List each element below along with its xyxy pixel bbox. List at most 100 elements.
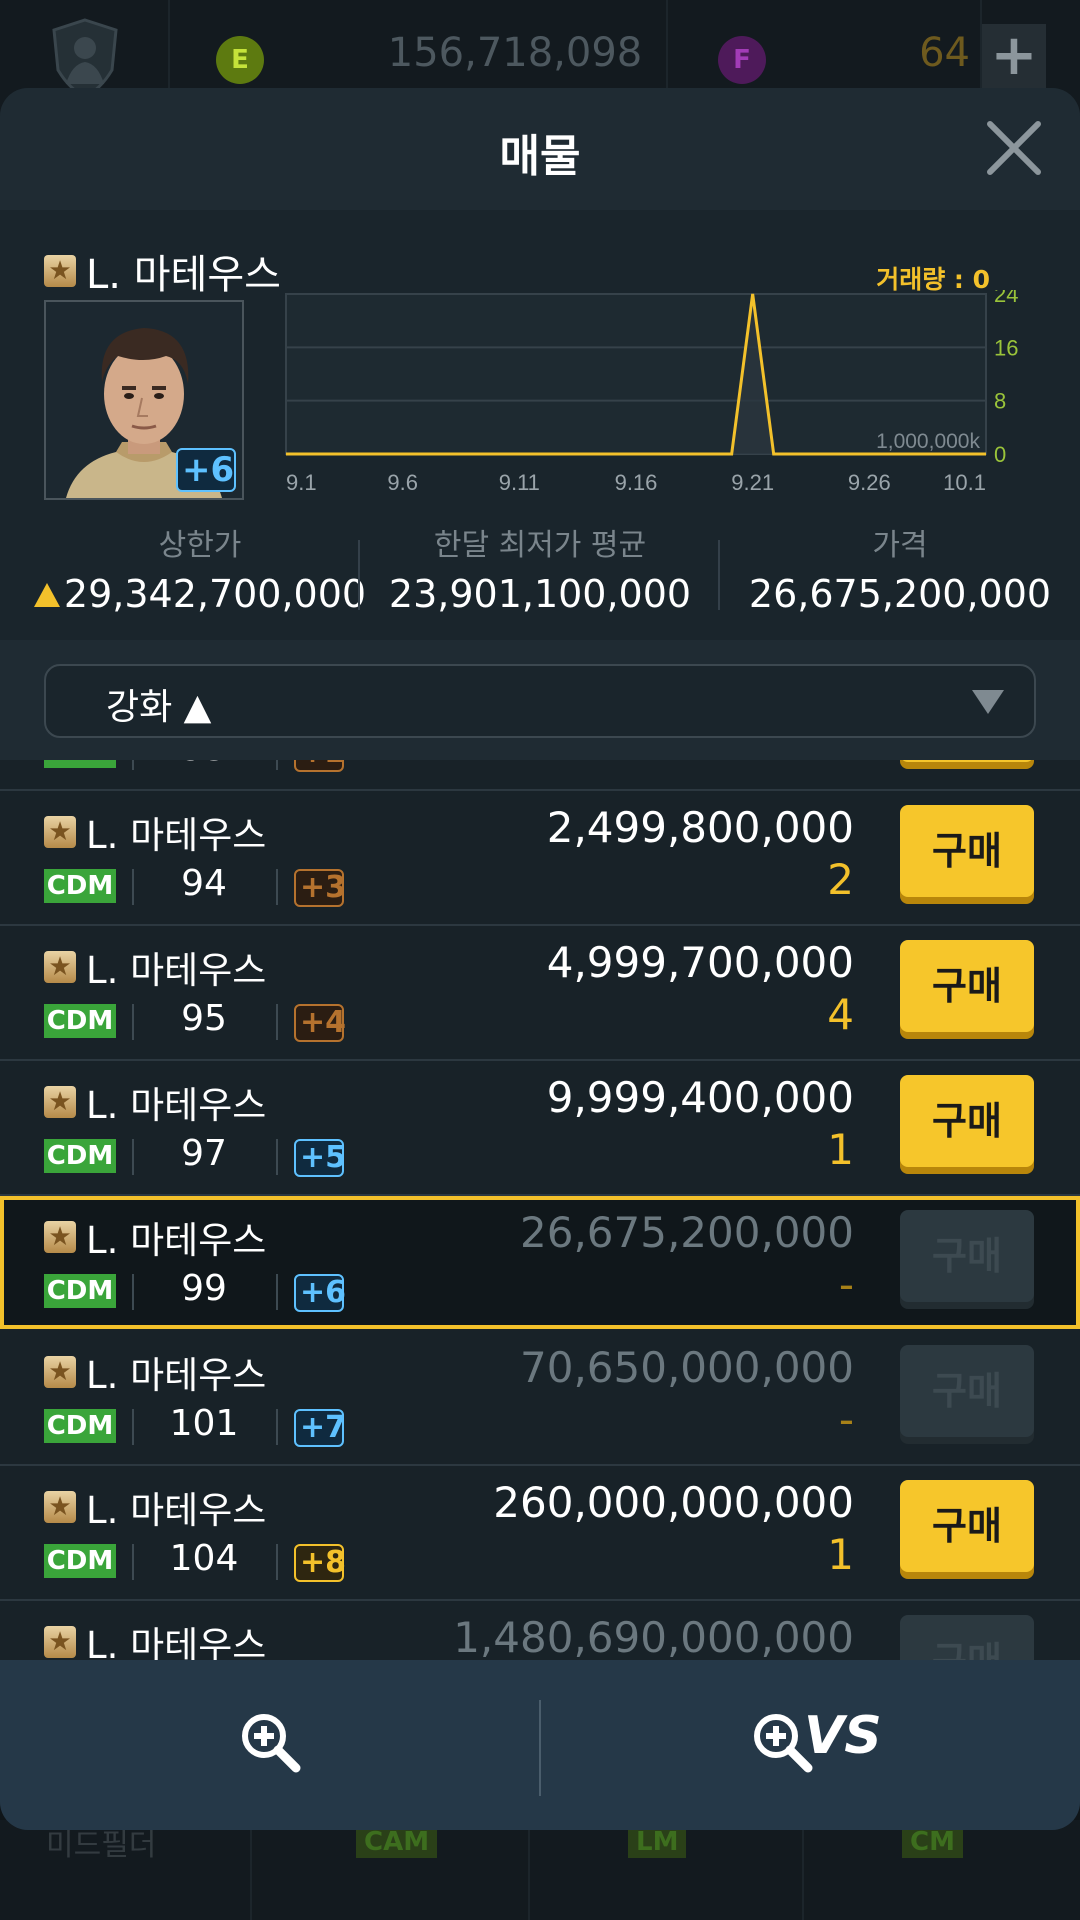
close-icon[interactable] xyxy=(984,118,1044,178)
monthly-avg-label: 한달 최저가 평균 xyxy=(433,528,647,563)
player-detail-button[interactable] xyxy=(0,1660,538,1830)
compare-vs-button[interactable]: VS xyxy=(542,1660,1080,1830)
f-currency-icon: F xyxy=(718,36,766,84)
buy-button-disabled[interactable]: 구매 xyxy=(900,1210,1034,1302)
season-star-icon xyxy=(44,1086,76,1118)
chart-unit-label: 1,000,000k xyxy=(876,430,980,453)
listing-player-name-text: L. 마테우스 xyxy=(86,1219,267,1262)
listing-player-name-text: L. 마테우스 xyxy=(86,1354,267,1397)
listing-row[interactable]: L. 마테우스 1,480,690,000,000 구매 xyxy=(0,1601,1080,1660)
listing-quantity: 1 xyxy=(827,1530,854,1579)
listing-quantity: 1 xyxy=(827,1125,854,1174)
divider xyxy=(276,760,278,770)
listing-player-name: L. 마테우스 xyxy=(44,1615,266,1660)
arrow-up-icon xyxy=(33,583,60,607)
buy-button[interactable]: 구매 xyxy=(900,1480,1034,1572)
season-star-icon xyxy=(44,1626,76,1658)
listing-quantity: 4 xyxy=(827,990,854,1039)
buy-button-disabled[interactable]: 구매 xyxy=(900,1615,1034,1660)
modal-title: 매물 xyxy=(499,131,581,182)
season-star-icon xyxy=(44,1491,76,1523)
listing-price: 260,000,000,000 xyxy=(493,1478,854,1527)
enhance-badge: +7 xyxy=(294,1409,346,1447)
overall-rating: 104 xyxy=(169,1538,239,1579)
season-star-icon xyxy=(44,951,76,983)
premium-count: 64 xyxy=(919,30,970,76)
buy-button[interactable]: 구매 xyxy=(900,940,1034,1032)
player-portrait[interactable]: +6 xyxy=(44,300,244,500)
enhance-badge: +8 xyxy=(294,1544,346,1582)
price-stat: 가격 26,675,200,000 xyxy=(730,520,1070,616)
buy-button[interactable]: 구매 xyxy=(900,760,1034,762)
upper-limit-amount: 29,342,700,000 xyxy=(63,572,367,616)
chevron-down-icon xyxy=(972,690,1004,714)
chart-y-tick-label: 0 xyxy=(994,442,1006,467)
position-badge: CDM xyxy=(44,869,116,903)
stat-divider xyxy=(358,540,360,610)
divider xyxy=(276,1409,278,1445)
footer-bar: VS xyxy=(0,1660,1080,1830)
overall-rating: 99 xyxy=(181,1268,227,1309)
listing-price: 9,999,400,000 xyxy=(546,1073,854,1122)
listing-row[interactable]: CDM 93 +2 2 구매 xyxy=(0,760,1080,791)
listing-price: 1,480,690,000,000 xyxy=(453,1613,854,1660)
divider xyxy=(276,1139,278,1175)
listing-price: 4,999,700,000 xyxy=(546,938,854,987)
player-info-panel: L. 마테우스 거래량 : 0 +6 xyxy=(0,210,1080,640)
listing-row[interactable]: L. 마테우스 CDM 94 +3 2,499,800,000 2 구매 xyxy=(0,791,1080,926)
divider xyxy=(132,1139,134,1175)
season-star-icon xyxy=(44,1221,76,1253)
chart-y-tick-label: 8 xyxy=(994,389,1006,414)
listing-player-name-text: L. 마테우스 xyxy=(86,1084,267,1127)
listing-player-name: L. 마테우스 xyxy=(44,1480,266,1534)
chart-y-tick-label: 24 xyxy=(994,290,1018,307)
divider xyxy=(276,1004,278,1040)
enhance-badge: +4 xyxy=(294,1004,346,1042)
sort-dropdown[interactable]: 강화 ▲ xyxy=(44,664,1036,738)
upper-limit-label: 상한가 xyxy=(158,528,242,563)
listing-price: 70,650,000,000 xyxy=(520,1343,854,1392)
stat-divider xyxy=(718,540,720,610)
divider xyxy=(276,1544,278,1580)
buy-button[interactable]: 구매 xyxy=(900,1075,1034,1167)
chart-x-tick-label: 9.21 xyxy=(731,470,774,495)
listing-player-name: L. 마테우스 xyxy=(44,1075,266,1129)
listing-quantity: - xyxy=(838,1260,854,1309)
manager-emblem-icon xyxy=(52,18,118,98)
listing-row[interactable]: L. 마테우스 CDM 101 +7 70,650,000,000 - 구매 xyxy=(0,1331,1080,1466)
position-badge: CDM xyxy=(44,760,116,768)
position-badge: CDM xyxy=(44,1274,116,1308)
listing-row-selected[interactable]: L. 마테우스 CDM 99 +6 26,675,200,000 - 구매 xyxy=(0,1196,1080,1329)
chart-x-tick-label: 10.1 xyxy=(943,470,986,495)
listing-row[interactable]: L. 마테우스 CDM 104 +8 260,000,000,000 1 구매 xyxy=(0,1466,1080,1601)
buy-button-disabled[interactable]: 구매 xyxy=(900,1345,1034,1437)
add-button[interactable]: + xyxy=(982,24,1046,92)
listing-row[interactable]: L. 마테우스 CDM 97 +5 9,999,400,000 1 구매 xyxy=(0,1061,1080,1196)
chart-x-tick-label: 9.1 xyxy=(286,470,317,495)
player-name-text: L. 마테우스 xyxy=(86,252,281,298)
overall-rating: 94 xyxy=(181,863,227,904)
position-badge: CDM xyxy=(44,1544,116,1578)
enhance-badge: +6 xyxy=(294,1274,346,1312)
footer-divider xyxy=(539,1700,541,1796)
buy-button[interactable]: 구매 xyxy=(900,805,1034,897)
price-value: 26,675,200,000 xyxy=(748,572,1052,616)
season-star-icon xyxy=(44,255,76,287)
divider xyxy=(132,1004,134,1040)
position-badge: CDM xyxy=(44,1409,116,1443)
overall-rating: 95 xyxy=(181,998,227,1039)
listing-list[interactable]: CDM 93 +2 2 구매 L. 마테우스 CDM 94 +3 2,499,8… xyxy=(0,760,1080,1660)
chart-y-tick-label: 16 xyxy=(994,335,1018,360)
vs-label: VS xyxy=(804,1706,882,1766)
money-amount: 156,718,098 xyxy=(387,30,643,76)
overall-rating: 101 xyxy=(169,1403,239,1444)
enhance-badge: +5 xyxy=(294,1139,346,1177)
listing-row[interactable]: L. 마테우스 CDM 95 +4 4,999,700,000 4 구매 xyxy=(0,926,1080,1061)
listing-quantity: - xyxy=(838,1395,854,1444)
background-position-badge: LM xyxy=(628,1826,687,1858)
listing-price: 26,675,200,000 xyxy=(520,1208,854,1257)
player-name: L. 마테우스 xyxy=(44,242,281,300)
sort-dropdown-label: 강화 ▲ xyxy=(106,687,212,728)
background-position-badge: CAM xyxy=(356,1826,438,1858)
listing-quantity: 2 xyxy=(827,855,854,904)
